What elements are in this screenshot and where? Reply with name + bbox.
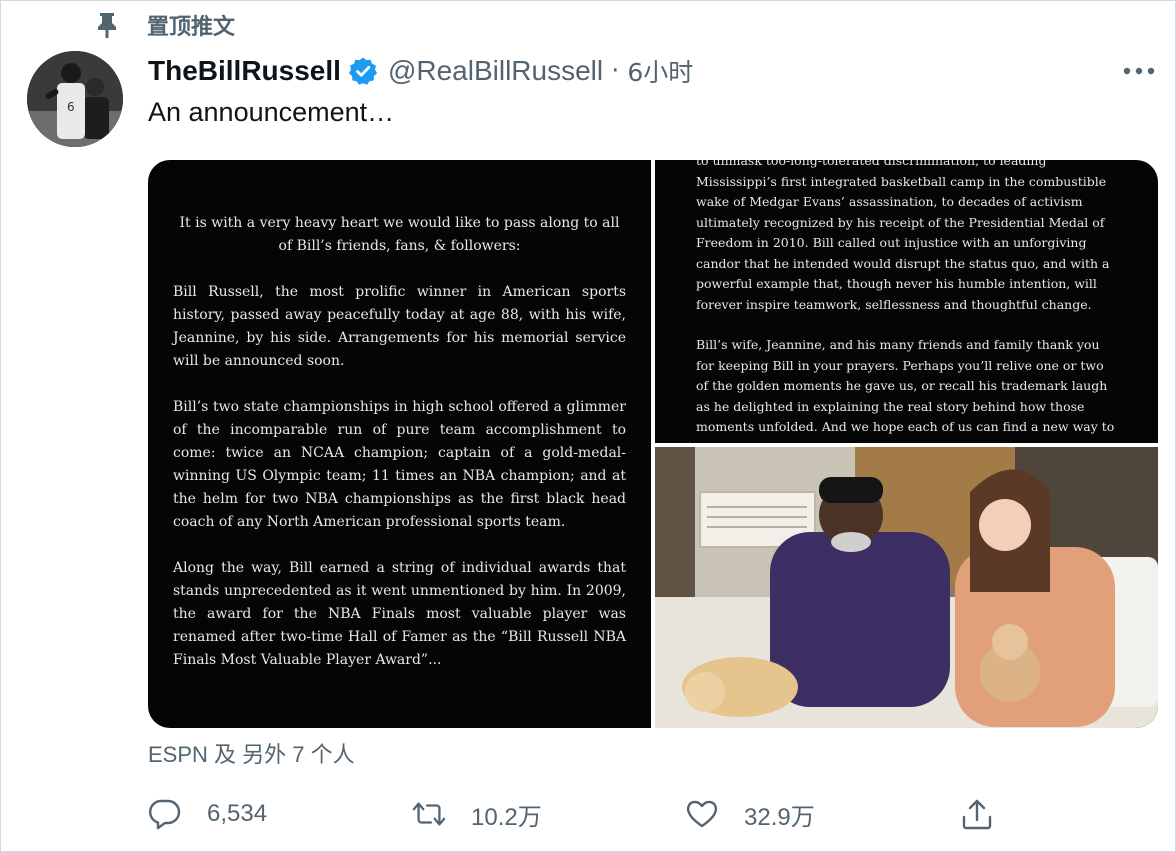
pin-icon — [93, 11, 121, 39]
svg-text:6: 6 — [67, 100, 75, 114]
separator-dot: · — [611, 56, 620, 86]
like-button[interactable]: 32.9万 — [684, 791, 815, 837]
announcement-paragraph: Along the way, Bill earned a string of i… — [173, 560, 626, 668]
tweet-card: 置顶推文 6 TheBillRussell @RealBillRussell ·… — [0, 0, 1176, 852]
like-count: 32.9万 — [744, 803, 815, 831]
liked-by-text[interactable]: ESPN 及 另外 7 个人 — [148, 737, 355, 769]
tweet-timestamp[interactable]: 6小时 — [627, 53, 693, 89]
retweet-count: 10.2万 — [471, 803, 542, 831]
announcement-paragraph: to unmask too-long-tolerated discriminat… — [696, 160, 1110, 312]
heart-icon — [684, 796, 720, 832]
retweet-icon — [411, 796, 447, 832]
announcement-paragraph: Bill’s two state championships in high s… — [173, 399, 626, 530]
author-name[interactable]: TheBillRussell — [148, 55, 341, 87]
avatar[interactable]: 6 — [27, 51, 123, 147]
announcement-image-left[interactable]: It is with a very heavy heart we would l… — [148, 160, 651, 728]
tweet-text: An announcement… — [148, 97, 395, 127]
family-photo[interactable] — [655, 447, 1158, 728]
tweet-header: TheBillRussell @RealBillRussell · 6小时 — [148, 51, 693, 91]
more-options-icon[interactable] — [1121, 59, 1157, 83]
reply-icon — [147, 796, 183, 832]
tweet-actions: 6,534 10.2万 32.9万 — [1, 791, 1176, 837]
pinned-tweet-indicator: 置顶推文 — [93, 9, 235, 41]
share-button[interactable] — [959, 791, 995, 837]
author-handle[interactable]: @RealBillRussell — [388, 55, 603, 87]
pinned-label: 置顶推文 — [147, 15, 236, 40]
announcement-image-right[interactable]: to unmask too-long-tolerated discriminat… — [655, 160, 1158, 443]
verified-badge-icon — [348, 56, 378, 86]
reply-count: 6,534 — [207, 800, 268, 827]
reply-button[interactable]: 6,534 — [147, 791, 267, 837]
announcement-paragraph: Bill’s wife, Jeannine, and his many frie… — [696, 337, 1115, 443]
retweet-button[interactable]: 10.2万 — [411, 791, 542, 837]
announcement-paragraph: It is with a very heavy heart we would l… — [179, 215, 620, 254]
share-icon — [959, 796, 995, 832]
announcement-paragraph: Bill Russell, the most prolific winner i… — [173, 284, 626, 369]
media-grid[interactable]: It is with a very heavy heart we would l… — [148, 160, 1158, 728]
